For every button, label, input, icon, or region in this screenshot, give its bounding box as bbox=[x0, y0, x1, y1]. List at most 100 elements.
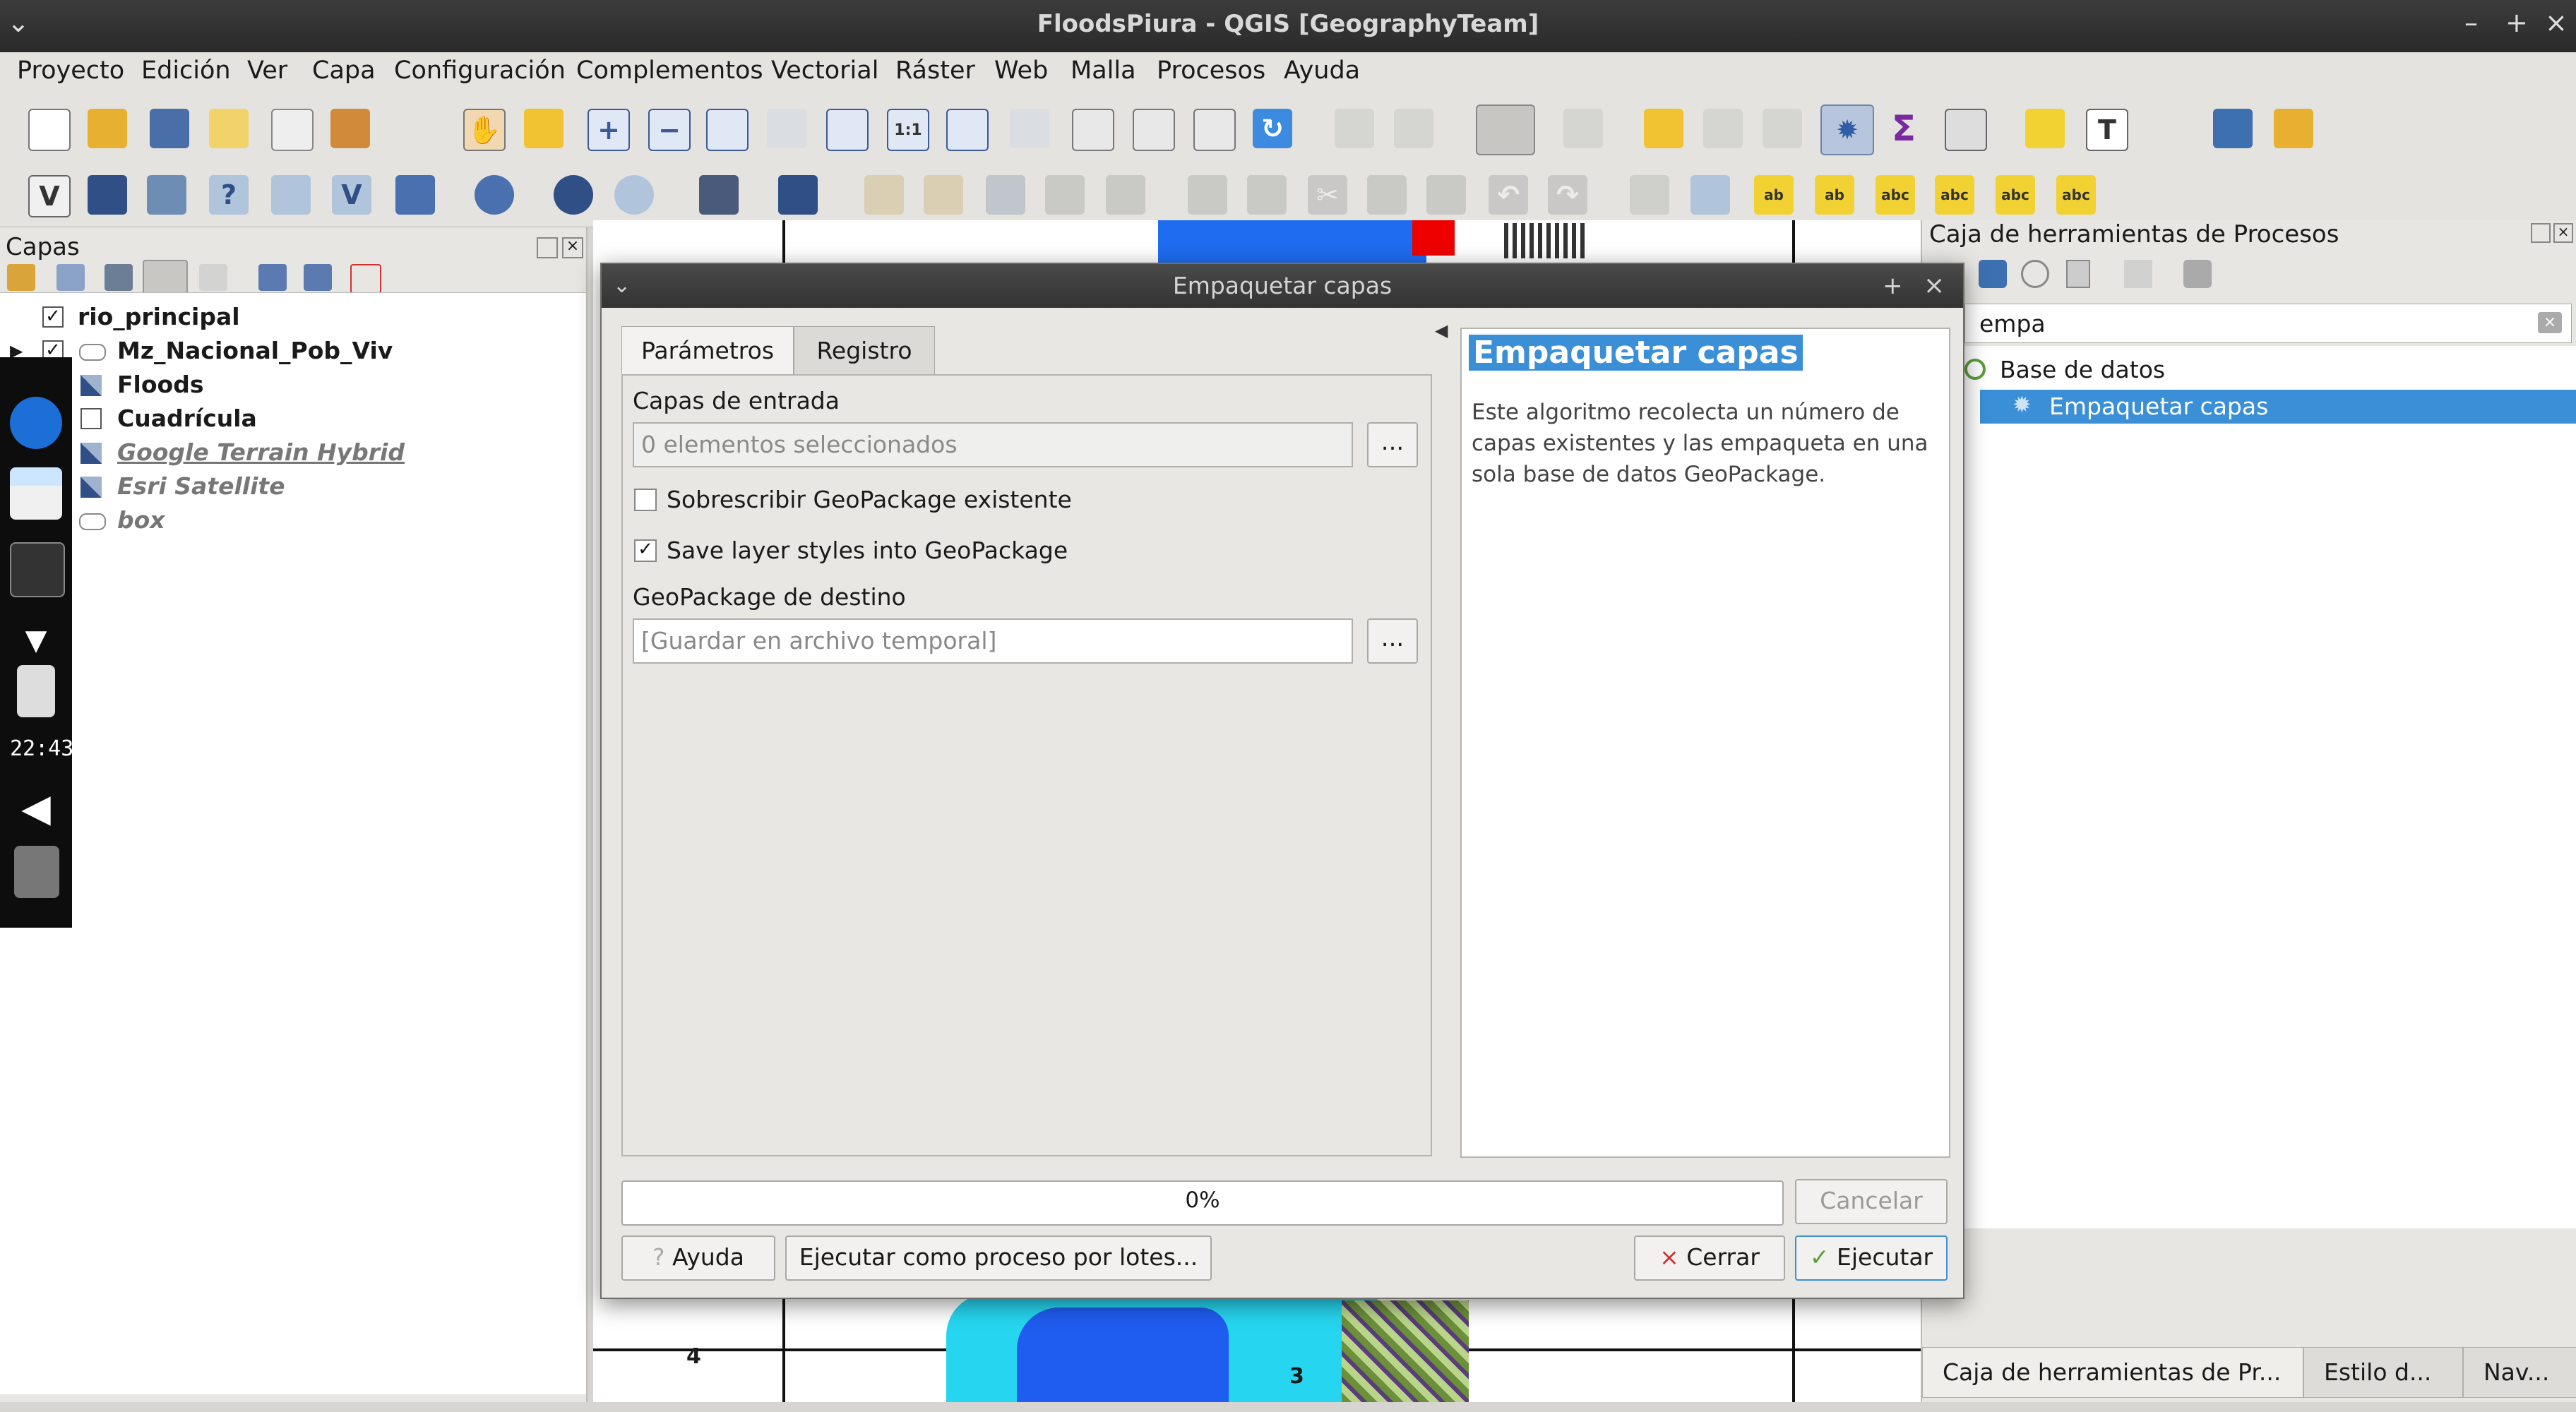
layout-manager-icon[interactable] bbox=[271, 109, 314, 151]
toggle-editing-icon[interactable] bbox=[924, 175, 963, 215]
help-button[interactable]: ? Ayuda bbox=[621, 1236, 775, 1281]
zoom-to-layer-icon[interactable] bbox=[826, 109, 869, 151]
add-gps-icon[interactable] bbox=[271, 175, 311, 215]
menu-edicion[interactable]: Edición bbox=[141, 56, 231, 85]
style-manager-icon[interactable] bbox=[330, 109, 370, 148]
results-viewer-icon[interactable] bbox=[2066, 260, 2090, 288]
add-group-icon[interactable] bbox=[56, 264, 85, 291]
show-hide-labels-icon[interactable]: abc bbox=[1876, 175, 1915, 215]
remove-layer-icon[interactable] bbox=[350, 264, 381, 294]
wifi-icon[interactable]: ▼ bbox=[10, 614, 62, 666]
new-vector-layer-icon[interactable]: V bbox=[28, 175, 71, 217]
rotate-label-icon[interactable]: abc bbox=[1996, 175, 2035, 215]
close-panel-icon[interactable]: × bbox=[562, 237, 583, 258]
zoom-to-selection-icon[interactable] bbox=[767, 109, 806, 148]
close-window-button[interactable]: × bbox=[2545, 7, 2568, 38]
menu-configuracion[interactable]: Configuración bbox=[394, 56, 566, 85]
statistics-sigma-icon[interactable]: Σ bbox=[1884, 108, 1924, 149]
menu-procesos[interactable]: Procesos bbox=[1157, 56, 1265, 85]
bookmark-icon[interactable] bbox=[1193, 109, 1236, 151]
zoom-out-icon[interactable]: − bbox=[648, 109, 691, 151]
tab-registro[interactable]: Registro bbox=[794, 326, 935, 376]
input-layers-field[interactable]: 0 elementos seleccionados bbox=[633, 422, 1353, 467]
add-wfs-icon[interactable] bbox=[554, 175, 593, 215]
zoom-in-icon[interactable]: + bbox=[588, 109, 630, 151]
collapse-help-icon[interactable]: ◀ bbox=[1435, 321, 1448, 340]
toolbox-selected-item[interactable]: ✹ Empaquetar capas bbox=[1980, 390, 2576, 424]
maximize-button[interactable]: + bbox=[2505, 7, 2528, 38]
layer-item[interactable]: Esri Satellite bbox=[78, 469, 579, 503]
add-raster-icon[interactable] bbox=[88, 175, 127, 215]
run-batch-button[interactable]: Ejecutar como proceso por lotes... bbox=[785, 1236, 1212, 1281]
edit-features-in-place-icon[interactable] bbox=[2124, 260, 2152, 288]
add-wcs-icon[interactable] bbox=[614, 175, 654, 215]
copy-icon[interactable] bbox=[1367, 175, 1407, 215]
edit-pencil-icon[interactable] bbox=[864, 175, 904, 215]
history-icon[interactable] bbox=[2021, 260, 2049, 288]
menu-capa[interactable]: Capa bbox=[312, 56, 376, 85]
zoom-last-icon[interactable] bbox=[946, 109, 989, 151]
layer-item[interactable]: ▶ ✓ Mz_Nacional_Pob_Viv bbox=[0, 334, 579, 368]
toolbox-search-input[interactable]: empa bbox=[1964, 304, 2572, 343]
menu-complementos[interactable]: Complementos bbox=[576, 56, 763, 85]
destination-field[interactable]: [Guardar en archivo temporal] bbox=[633, 618, 1353, 664]
menu-ayuda[interactable]: Ayuda bbox=[1284, 56, 1360, 85]
clear-search-icon[interactable]: × bbox=[2538, 312, 2562, 333]
menu-ver[interactable]: Ver bbox=[247, 56, 287, 85]
save-project-icon[interactable] bbox=[150, 109, 189, 148]
new-project-icon[interactable] bbox=[28, 109, 71, 151]
close-button[interactable]: × Cerrar bbox=[1634, 1236, 1785, 1281]
select-by-value-icon[interactable] bbox=[1563, 109, 1603, 148]
plugin-icon[interactable] bbox=[2274, 109, 2313, 148]
new-table-icon[interactable] bbox=[778, 175, 818, 215]
highlight-pinned-labels-icon[interactable]: ab bbox=[1815, 175, 1854, 215]
layer-checkbox[interactable]: ✓ bbox=[42, 306, 64, 328]
pan-hand-icon[interactable]: ✋ bbox=[463, 109, 506, 151]
open-project-icon[interactable] bbox=[88, 109, 127, 148]
map-tips-icon[interactable] bbox=[2025, 109, 2065, 148]
tab-navigator[interactable]: Nav... bbox=[2463, 1347, 2576, 1398]
zoom-full-icon[interactable] bbox=[706, 109, 749, 151]
python-console-icon[interactable] bbox=[2213, 109, 2253, 148]
attribute-table-icon[interactable] bbox=[1703, 109, 1743, 148]
change-label-icon[interactable]: abc bbox=[2056, 175, 2096, 215]
add-mesh-icon[interactable] bbox=[147, 175, 186, 215]
toolbox-group-label[interactable]: Base de datos bbox=[2000, 356, 2165, 383]
cancel-button[interactable]: Cancelar bbox=[1795, 1179, 1948, 1224]
float-panel-icon[interactable] bbox=[537, 237, 558, 258]
measure-icon[interactable] bbox=[1945, 109, 1987, 151]
save-edits-icon[interactable] bbox=[986, 175, 1025, 215]
python-script-icon[interactable] bbox=[1979, 260, 2007, 288]
zoom-native-icon[interactable]: 1:1 bbox=[887, 109, 929, 151]
filter-expression-icon[interactable] bbox=[199, 264, 227, 291]
menu-proyecto[interactable]: Proyecto bbox=[17, 56, 124, 85]
options-wrench-icon[interactable] bbox=[2183, 260, 2212, 288]
delete-feature-icon[interactable] bbox=[1247, 175, 1287, 215]
cut-icon[interactable]: ✂ bbox=[1308, 175, 1347, 215]
destination-browse-button[interactable]: ... bbox=[1367, 618, 1418, 664]
redo-icon[interactable]: ↷ bbox=[1548, 175, 1587, 215]
menu-web[interactable]: Web bbox=[994, 56, 1048, 85]
dialog-close-icon[interactable]: × bbox=[1924, 264, 1945, 308]
trash-icon[interactable] bbox=[14, 846, 59, 898]
add-postgis-icon[interactable] bbox=[395, 175, 435, 215]
new-map-view-icon[interactable] bbox=[1072, 109, 1114, 151]
minimize-button[interactable]: – bbox=[2464, 7, 2478, 38]
move-label-icon[interactable]: abc bbox=[1935, 175, 1974, 215]
layer-item[interactable]: Google Terrain Hybrid bbox=[78, 436, 579, 469]
processing-toolbox-icon[interactable]: ✹ bbox=[1820, 104, 1874, 155]
menu-malla[interactable]: Malla bbox=[1071, 56, 1136, 85]
dialog-pin-icon[interactable]: + bbox=[1883, 264, 1903, 308]
refresh-icon[interactable]: ↻ bbox=[1253, 109, 1292, 148]
select-features-icon[interactable] bbox=[1476, 104, 1535, 155]
file-manager-icon[interactable] bbox=[10, 467, 62, 520]
actions-icon[interactable] bbox=[1394, 109, 1433, 148]
run-button[interactable]: ✓ Ejecutar bbox=[1795, 1236, 1948, 1281]
launcher-icon[interactable] bbox=[10, 397, 62, 449]
collapse-all-icon[interactable] bbox=[304, 264, 332, 291]
layer-item[interactable]: Cuadrícula bbox=[78, 402, 579, 436]
add-wms-icon[interactable] bbox=[475, 175, 514, 215]
tab-layer-styling[interactable]: Estilo d... bbox=[2303, 1347, 2463, 1398]
tab-processing-toolbox[interactable]: Caja de herramientas de Pr... bbox=[1922, 1347, 2303, 1398]
undo-icon[interactable]: ↶ bbox=[1489, 175, 1528, 215]
